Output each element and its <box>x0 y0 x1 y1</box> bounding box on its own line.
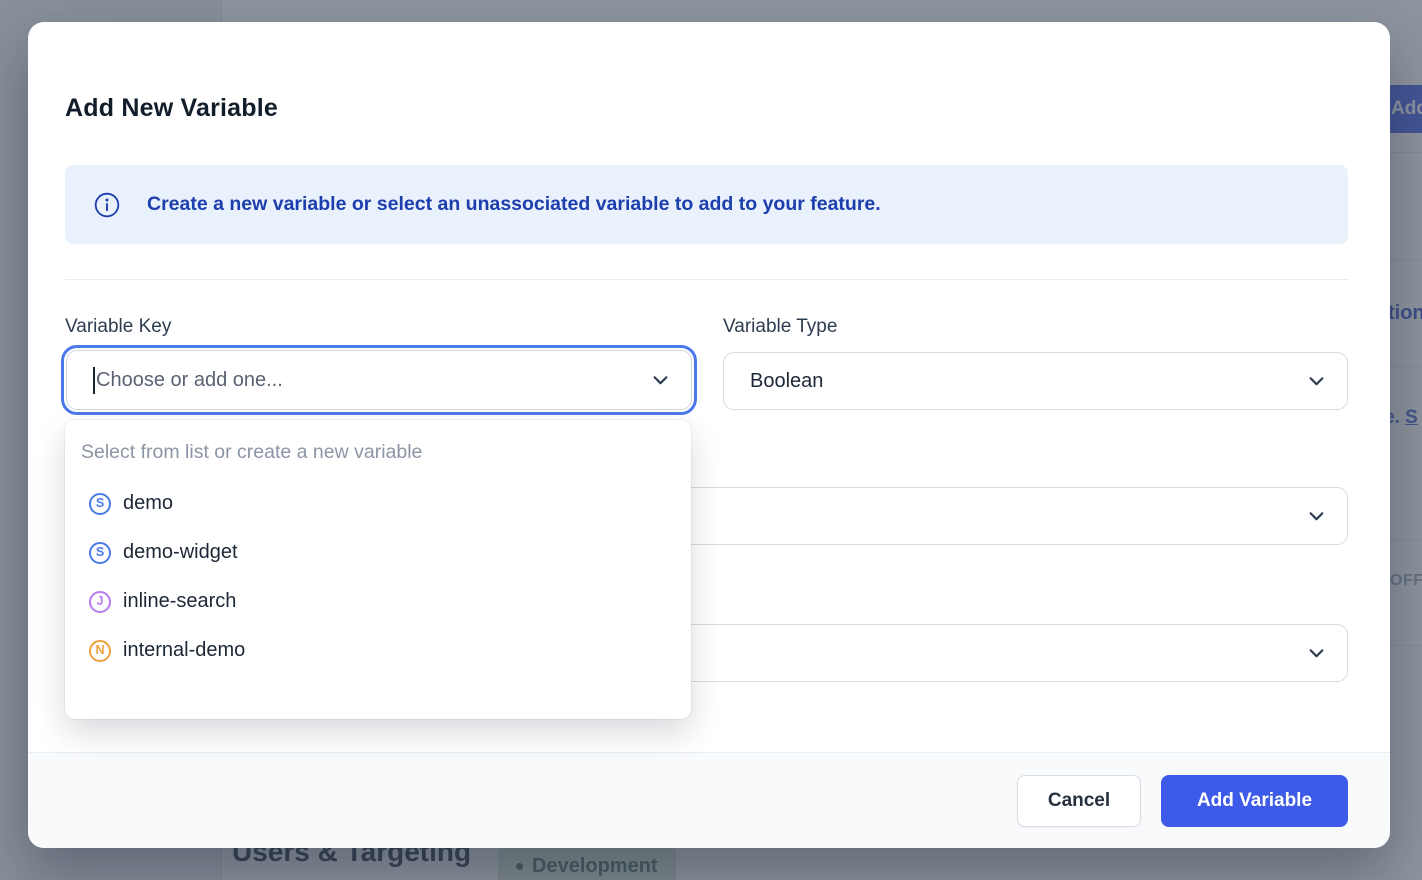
variable-type-value: Boolean <box>750 370 823 393</box>
type-string-icon: S <box>89 493 111 515</box>
type-number-icon: N <box>89 640 111 662</box>
dropdown-option-demo[interactable]: S demo <box>81 479 675 528</box>
section-divider <box>65 279 1348 280</box>
dropdown-option-internal-demo[interactable]: N internal-demo <box>81 626 675 675</box>
option-label: demo <box>123 492 173 515</box>
cancel-button[interactable]: Cancel <box>1017 775 1141 827</box>
option-label: internal-demo <box>123 639 245 662</box>
modal-title: Add New Variable <box>65 94 278 123</box>
option-label: demo-widget <box>123 541 238 564</box>
modal-footer: Cancel Add Variable <box>28 752 1390 848</box>
info-banner-text: Create a new variable or select an unass… <box>147 193 881 216</box>
variable-type-label: Variable Type <box>723 316 837 338</box>
info-banner: Create a new variable or select an unass… <box>65 165 1348 244</box>
chevron-down-icon <box>1307 372 1326 391</box>
dropdown-option-inline-search[interactable]: J inline-search <box>81 577 675 626</box>
dropdown-header: Select from list or create a new variabl… <box>81 441 675 479</box>
chevron-down-icon <box>1307 644 1326 663</box>
add-variable-modal: Add New Variable Create a new variable o… <box>28 22 1390 848</box>
variable-type-select[interactable]: Boolean <box>723 352 1348 410</box>
add-variable-button[interactable]: Add Variable <box>1161 775 1348 827</box>
text-caret <box>93 367 95 394</box>
variable-key-placeholder: Choose or add one... <box>96 369 283 392</box>
chevron-down-icon <box>1307 507 1326 526</box>
variable-key-dropdown: Select from list or create a new variabl… <box>65 420 691 719</box>
variable-key-label: Variable Key <box>65 316 171 338</box>
variable-key-select[interactable]: Choose or add one... <box>66 350 692 410</box>
dropdown-option-demo-widget[interactable]: S demo-widget <box>81 528 675 577</box>
info-icon <box>94 192 120 218</box>
chevron-down-icon <box>651 371 670 390</box>
option-label: inline-search <box>123 590 236 613</box>
type-string-icon: S <box>89 542 111 564</box>
type-json-icon: J <box>89 591 111 613</box>
